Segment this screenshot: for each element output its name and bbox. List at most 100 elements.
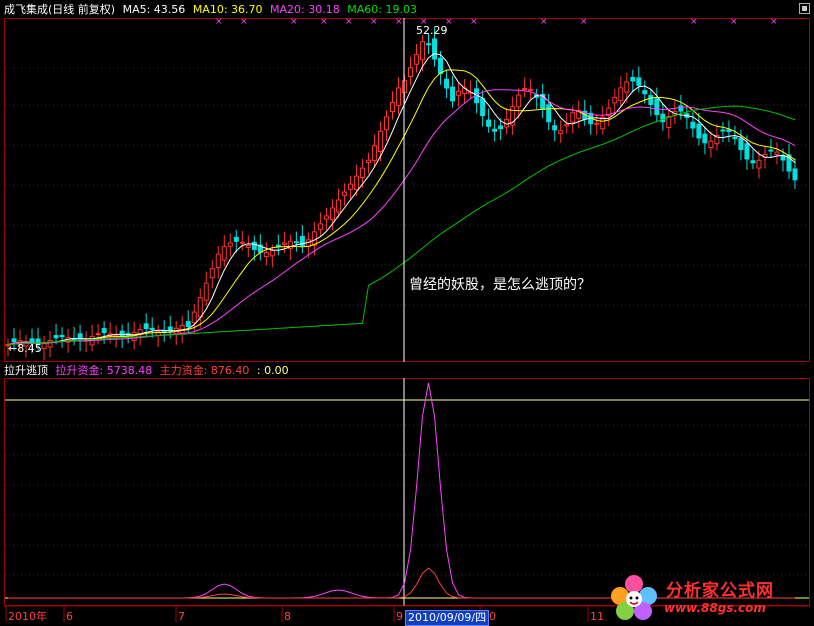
candle-body xyxy=(648,95,654,105)
chart-window[interactable]: 52.29←8.45×××××××××××××××2010年67891011 成… xyxy=(0,0,814,626)
candle-body xyxy=(612,96,618,104)
annotation-text: 曾经的妖股，是怎么逃顶的？ xyxy=(409,277,591,293)
candle-body xyxy=(696,123,702,139)
candle-body xyxy=(450,86,456,102)
candle-body xyxy=(347,183,353,190)
candle-body xyxy=(41,342,47,350)
candle-body xyxy=(558,130,564,134)
signal-mark: × xyxy=(215,17,223,27)
candle-body xyxy=(203,282,209,301)
candle-body xyxy=(383,116,389,131)
candle-body xyxy=(480,98,486,117)
candle-body xyxy=(750,160,756,164)
ma20-label: MA20: 30.18 xyxy=(270,3,340,16)
candle-body xyxy=(702,133,708,144)
x-axis-label: 11 xyxy=(590,610,604,623)
signal-mark: × xyxy=(420,17,428,27)
indicator-header: 拉升逃顶 拉升资金: 5738.48 主力资金: 876.40 : 0.00 xyxy=(4,364,293,378)
candle-body xyxy=(389,101,395,113)
candle-body xyxy=(732,136,738,140)
x-axis-label: 9 xyxy=(396,610,403,623)
signal-mark: × xyxy=(320,17,328,27)
candle-body xyxy=(215,253,221,269)
lift-fund-line xyxy=(8,382,795,599)
candle-body xyxy=(77,333,83,342)
candle-body xyxy=(768,149,774,152)
candle-body xyxy=(353,175,359,191)
signal-mark: × xyxy=(690,17,698,27)
candle-body xyxy=(101,328,107,334)
third-value-label: : 0.00 xyxy=(256,364,289,377)
candle-body xyxy=(594,122,600,125)
signal-mark: × xyxy=(240,17,248,27)
candle-body xyxy=(233,236,239,242)
candle-body xyxy=(227,242,233,247)
site-logo: 分析家公式网 www.88gs.com xyxy=(606,572,806,622)
candle-body xyxy=(311,231,317,246)
candle-body xyxy=(95,333,101,336)
ma20-line xyxy=(7,89,796,346)
candle-body xyxy=(432,38,438,60)
lift-fund-label: 拉升资金: 5738.48 xyxy=(55,364,153,377)
signal-mark: × xyxy=(770,17,778,27)
candle-body xyxy=(792,168,798,181)
candle-body xyxy=(720,129,726,132)
candle-body xyxy=(275,244,281,248)
candle-body xyxy=(245,244,251,248)
signal-mark: × xyxy=(445,17,453,27)
candle-body xyxy=(690,121,696,129)
candle-body xyxy=(660,113,666,123)
candle-body xyxy=(395,87,401,106)
candle-body xyxy=(522,88,528,91)
candle-body xyxy=(402,80,408,93)
candle-body xyxy=(516,94,522,108)
candle-body xyxy=(744,143,750,160)
candle-body xyxy=(47,340,53,348)
ma5-label: MA5: 43.56 xyxy=(122,3,186,16)
logo-url: www.88gs.com xyxy=(664,601,766,615)
candle-body xyxy=(756,159,762,169)
candle-body xyxy=(408,67,414,78)
candle-body xyxy=(59,334,65,338)
signal-mark: × xyxy=(580,17,588,27)
candle-body xyxy=(738,137,744,151)
stock-title: 成飞集成(日线 前复权) xyxy=(4,3,116,16)
candle-body xyxy=(426,43,432,46)
candle-body xyxy=(119,330,125,337)
candle-body xyxy=(323,215,329,220)
indicator-name: 拉升逃顶 xyxy=(4,364,48,377)
candle-body xyxy=(197,297,203,318)
chart-canvas[interactable]: 52.29←8.45×××××××××××××××2010年67891011 xyxy=(0,0,814,626)
signal-mark: × xyxy=(470,17,478,27)
x-axis-label: 6 xyxy=(66,610,73,623)
signal-mark: × xyxy=(370,17,378,27)
candle-body xyxy=(329,207,335,221)
signal-mark: × xyxy=(395,17,403,27)
x-axis-label: 2010年 xyxy=(8,609,47,623)
logo-title: 分析家公式网 xyxy=(666,581,774,601)
candle-body xyxy=(293,241,299,244)
candle-body xyxy=(359,167,365,178)
candle-body xyxy=(317,223,323,230)
candle-body xyxy=(708,140,714,149)
candle-body xyxy=(53,335,59,339)
candle-body xyxy=(528,88,534,91)
close-icon[interactable] xyxy=(799,3,810,14)
candle-body xyxy=(209,268,215,279)
candle-body xyxy=(281,242,287,246)
candle-body xyxy=(341,191,347,196)
candle-body xyxy=(624,81,630,93)
candle-body xyxy=(371,145,377,161)
candle-body xyxy=(131,331,137,342)
candle-body xyxy=(377,130,383,153)
signal-mark: × xyxy=(540,17,548,27)
cursor-date-label: 2010/09/09/四 xyxy=(405,610,490,626)
candle-body xyxy=(365,159,371,163)
candle-body xyxy=(642,90,648,95)
candle-body xyxy=(492,128,498,132)
ma60-label: MA60: 19.03 xyxy=(347,3,417,16)
signal-mark: × xyxy=(290,17,298,27)
candle-body xyxy=(552,125,558,131)
candle-body xyxy=(654,98,660,116)
flower-logo-icon xyxy=(611,575,657,620)
